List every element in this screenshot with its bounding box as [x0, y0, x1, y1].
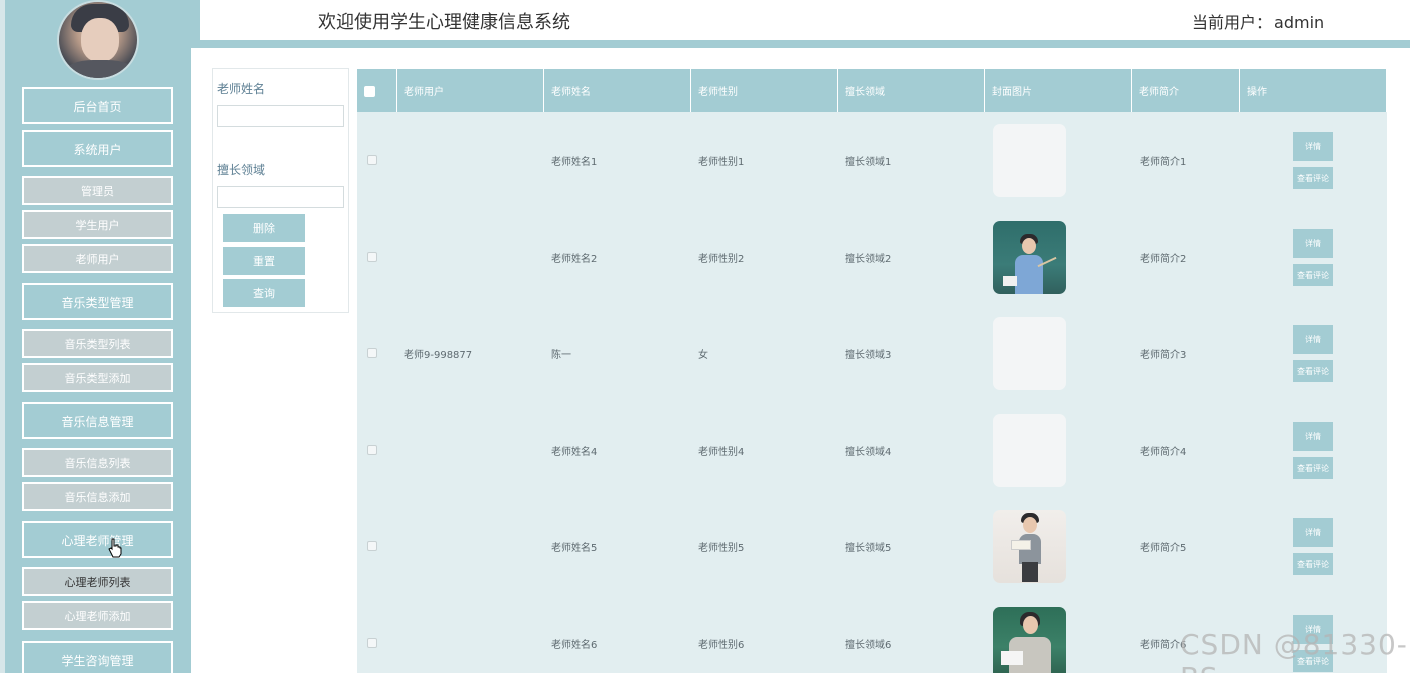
view-comments-button[interactable]: 查看评论: [1293, 457, 1333, 479]
column-header: 老师性别: [691, 69, 838, 112]
row-checkbox[interactable]: [367, 638, 377, 648]
cell-name: 老师姓名1: [551, 157, 598, 168]
query-button[interactable]: 查询: [223, 279, 305, 307]
sidebar-item-7[interactable]: 音乐类型添加: [22, 363, 173, 392]
cell-field: 擅长领域1: [845, 157, 892, 168]
table-row: 老师姓名5 老师性别5 擅长领域5 老师简介5 详情查看评论: [357, 498, 1387, 594]
sidebar-item-9[interactable]: 音乐信息列表: [22, 448, 173, 477]
row-checkbox[interactable]: [367, 348, 377, 358]
view-comments-button[interactable]: 查看评论: [1293, 167, 1333, 189]
cell-name: 老师姓名5: [551, 543, 598, 554]
cell-intro: 老师简介1: [1140, 157, 1187, 168]
column-header: 封面图片: [985, 69, 1132, 112]
sidebar-item-6[interactable]: 音乐类型列表: [22, 329, 173, 358]
avatar-face: [81, 18, 119, 62]
teacher-table: 老师用户 老师姓名 老师性别 擅长领域 封面图片 老师简介 操作 老师姓名1 老师性别1 擅长领…: [357, 69, 1387, 673]
delete-button[interactable]: 删除: [223, 214, 305, 242]
sidebar-menu-8[interactable]: 音乐信息管理: [22, 402, 173, 439]
view-comments-button[interactable]: 查看评论: [1293, 264, 1333, 286]
sidebar-item-4[interactable]: 老师用户: [22, 244, 173, 273]
cover-image: [993, 510, 1066, 583]
detail-button[interactable]: 详情: [1293, 325, 1333, 354]
cover-image: [993, 221, 1066, 294]
sidebar-menu-14[interactable]: 学生咨询管理: [22, 641, 173, 673]
page-title: 欢迎使用学生心理健康信息系统: [318, 12, 570, 33]
detail-button[interactable]: 详情: [1293, 422, 1333, 451]
avatar[interactable]: [57, 0, 139, 80]
cell-gender: 老师性别6: [698, 640, 745, 651]
sidebar-menu-1[interactable]: 系统用户: [22, 130, 173, 167]
column-header: 老师用户: [397, 69, 544, 112]
cover-image: [993, 414, 1066, 487]
field-input[interactable]: [217, 186, 344, 208]
sidebar-item-3[interactable]: 学生用户: [22, 210, 173, 239]
cell-gender: 女: [698, 350, 708, 361]
sidebar: 后台首页 系统用户 管理员 学生用户 老师用户 音乐类型管理 音乐类型列表 音乐类型添加 音乐信…: [0, 0, 191, 673]
cover-image: [993, 124, 1066, 197]
teacher-name-input[interactable]: [217, 105, 344, 127]
cell-intro: 老师简介4: [1140, 447, 1187, 458]
cell-field: 擅长领域6: [845, 640, 892, 651]
cell-field: 擅长领域3: [845, 350, 892, 361]
cell-field: 擅长领域4: [845, 447, 892, 458]
cell-gender: 老师性别4: [698, 447, 745, 458]
reset-button[interactable]: 重置: [223, 247, 305, 275]
column-header: 老师简介: [1132, 69, 1240, 112]
pointer-cursor-icon: [108, 538, 122, 558]
row-checkbox[interactable]: [367, 155, 377, 165]
column-header: 操作: [1240, 69, 1387, 112]
watermark: CSDN @81330-BS: [1180, 628, 1408, 673]
cell-gender: 老师性别5: [698, 543, 745, 554]
sidebar-edge: [0, 0, 5, 673]
sidebar-menu-5[interactable]: 音乐类型管理: [22, 283, 173, 320]
table-row: 老师姓名4 老师性别4 擅长领域4 老师简介4 详情查看评论: [357, 402, 1387, 498]
view-comments-button[interactable]: 查看评论: [1293, 360, 1333, 382]
detail-button[interactable]: 详情: [1293, 229, 1333, 258]
sidebar-item-10[interactable]: 音乐信息添加: [22, 482, 173, 511]
detail-button[interactable]: 详情: [1293, 132, 1333, 161]
cell-intro: 老师简介5: [1140, 543, 1187, 554]
row-checkbox[interactable]: [367, 445, 377, 455]
cell-field: 擅长领域2: [845, 254, 892, 265]
cell-field: 擅长领域5: [845, 543, 892, 554]
row-checkbox[interactable]: [367, 541, 377, 551]
sidebar-menu-0[interactable]: 后台首页: [22, 87, 173, 124]
table-row: 老师姓名2 老师性别2 擅长领域2 老师简介2 详情查看评论: [357, 209, 1387, 305]
current-user-name[interactable]: admin: [1274, 13, 1324, 32]
cell-gender: 老师性别2: [698, 254, 745, 265]
cell-name: 陈一: [551, 350, 571, 361]
cell-intro: 老师简介2: [1140, 254, 1187, 265]
checkbox-column-header: [357, 69, 397, 112]
table-row: 老师姓名1 老师性别1 擅长领域1 老师简介1 详情查看评论: [357, 112, 1387, 208]
current-user-label: 当前用户：: [1192, 13, 1273, 32]
sidebar-menu-11[interactable]: 心理老师管理: [22, 521, 173, 558]
column-header: 擅长领域: [838, 69, 985, 112]
select-all-checkbox[interactable]: [364, 86, 375, 97]
view-comments-button[interactable]: 查看评论: [1293, 553, 1333, 575]
cell-gender: 老师性别1: [698, 157, 745, 168]
sidebar-item-13[interactable]: 心理老师添加: [22, 601, 173, 630]
cell-name: 老师姓名2: [551, 254, 598, 265]
cell-name: 老师姓名4: [551, 447, 598, 458]
cell-user: 老师9-998877: [404, 350, 473, 361]
cover-image: [993, 607, 1066, 673]
cell-intro: 老师简介3: [1140, 350, 1187, 361]
sidebar-item-2[interactable]: 管理员: [22, 176, 173, 205]
teacher-name-label: 老师姓名: [217, 82, 266, 96]
table-header: 老师用户 老师姓名 老师性别 擅长领域 封面图片 老师简介 操作: [357, 69, 1387, 112]
column-header: 老师姓名: [544, 69, 691, 112]
avatar-shirt: [65, 60, 135, 78]
detail-button[interactable]: 详情: [1293, 518, 1333, 547]
sidebar-item-12[interactable]: 心理老师列表: [22, 567, 173, 596]
table-row: 老师9-998877 陈一 女 擅长领域3 老师简介3 详情查看评论: [357, 305, 1387, 401]
field-label: 擅长领域: [217, 163, 266, 177]
row-checkbox[interactable]: [367, 252, 377, 262]
current-user-info: 当前用户： admin: [1190, 9, 1324, 33]
cell-name: 老师姓名6: [551, 640, 598, 651]
cover-image: [993, 317, 1066, 390]
